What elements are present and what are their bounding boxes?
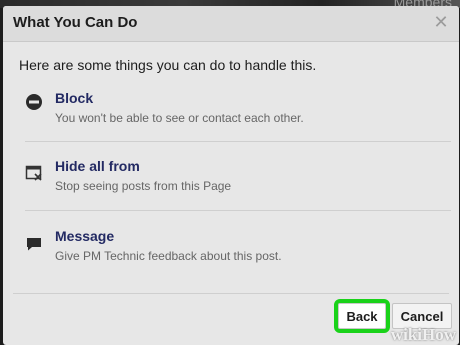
dialog-title: What You Can Do xyxy=(13,14,138,31)
dialog-intro-text: Here are some things you can do to handl… xyxy=(19,57,317,73)
hide-window-icon xyxy=(25,165,42,181)
what-you-can-do-dialog: What You Can Do ✕ Here are some things y… xyxy=(3,6,459,345)
block-icon xyxy=(26,94,42,110)
option-block-description: You won't be able to see or contact each… xyxy=(55,111,304,125)
option-hide-all-description: Stop seeing posts from this Page xyxy=(55,179,232,193)
option-hide-all-label: Hide all from xyxy=(55,158,140,174)
wikihow-watermark: wikiHow xyxy=(390,325,456,344)
option-message[interactable]: Message Give PM Technic feedback about t… xyxy=(25,228,435,284)
option-block[interactable]: Block You won't be able to see or contac… xyxy=(25,90,435,146)
dialog-header: What You Can Do ✕ xyxy=(3,6,459,42)
option-message-description: Give PM Technic feedback about this post… xyxy=(55,249,282,263)
option-hide-all[interactable]: Hide all from Stop seeing posts from thi… xyxy=(25,158,435,214)
option-block-label: Block xyxy=(55,90,94,106)
divider xyxy=(25,141,451,142)
close-icon[interactable]: ✕ xyxy=(433,13,449,31)
message-icon xyxy=(27,238,41,251)
back-button[interactable]: Back xyxy=(334,299,390,333)
option-message-label: Message xyxy=(55,228,115,244)
footer-divider xyxy=(13,293,449,294)
divider xyxy=(25,210,451,211)
